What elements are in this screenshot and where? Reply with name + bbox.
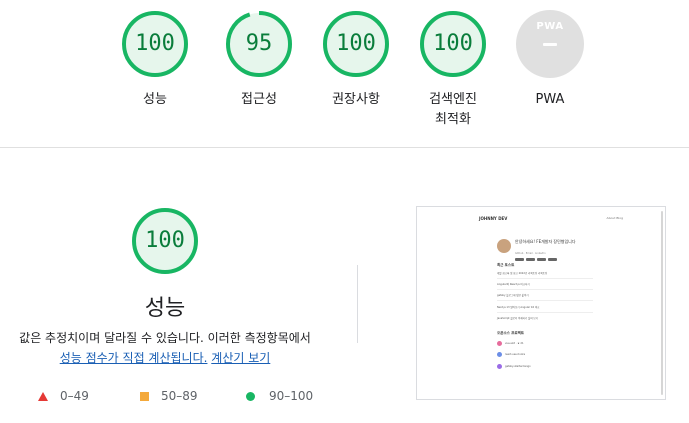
circle-icon xyxy=(246,392,255,401)
gauge-label: 권장사항 xyxy=(332,92,380,107)
gauge-seo[interactable]: 100 검색엔진 최적화 xyxy=(408,10,498,130)
gauge-label: 성능 xyxy=(143,92,167,107)
legend-fail: 0–49 xyxy=(38,386,89,406)
thumb-repo-icon xyxy=(497,352,502,357)
legend-average: 50–89 xyxy=(140,386,198,406)
gauge-pwa[interactable]: PWA PWA xyxy=(505,10,595,110)
thumb-post: 개발 회고록 및 회고 2022년 리팩토링 리팩토링 xyxy=(497,272,548,275)
page-screenshot-thumbnail: JOHNNY DEV About Blog 안녕하세요! FE개발자 장민형입니… xyxy=(416,206,666,400)
thumb-repo-icon xyxy=(497,364,502,369)
gauge-label: 검색엔진 최적화 xyxy=(429,92,477,127)
thumb-repo: react-use-hooks xyxy=(505,353,526,356)
thumb-post: Angular와 React.js 비교하기 xyxy=(497,283,530,286)
thumb-rule xyxy=(497,289,593,290)
thumb-rule xyxy=(497,278,593,279)
legend-range: 50–89 xyxy=(161,389,198,403)
pwa-badge-bg: PWA xyxy=(516,10,584,78)
thumb-tags xyxy=(515,246,559,261)
pwa-badge: PWA xyxy=(516,10,584,78)
score-legend: 0–49 50–89 90–100 xyxy=(38,386,338,406)
thumb-hello: 안녕하세요! FE개발자 장민형입니다 xyxy=(515,239,576,244)
pwa-logo-icon: PWA xyxy=(536,21,564,32)
pwa-na-dash xyxy=(543,43,557,46)
score-value: 100 xyxy=(135,31,175,56)
performance-score-value: 100 xyxy=(145,228,185,253)
gauge-label: 접근성 xyxy=(241,92,277,107)
gauge-best-practices[interactable]: 100 권장사항 xyxy=(311,10,401,110)
thumb-repo: vue-slot · ★ 21 xyxy=(505,342,524,345)
score-value: 95 xyxy=(245,31,273,56)
gauge-performance[interactable]: 100 성능 xyxy=(110,10,200,110)
vertical-separator xyxy=(357,265,358,343)
gauge-accessibility[interactable]: 95 접근성 xyxy=(214,10,304,110)
thumb-brand: JOHNNY DEV xyxy=(479,216,508,221)
score-calculation-link[interactable]: 성능 점수가 직접 계산됩니다. xyxy=(60,351,208,365)
category-gauges: 100 성능 95 접근성 100 권장사항 100 검색엔진 최적화 PWA … xyxy=(0,0,689,148)
thumb-links: Github · Email · LinkedIn xyxy=(515,252,546,255)
thumb-section-oss: 오픈소스 프로젝트 xyxy=(497,331,524,335)
score-value: 100 xyxy=(336,31,376,56)
performance-title: 성능 xyxy=(144,296,186,321)
thumb-section-posts: 최근 포스트 xyxy=(497,263,515,267)
thumb-post: JavaScript 클로저 이해하기 살펴 보기 xyxy=(497,317,539,320)
section-divider xyxy=(0,147,689,148)
gauge-label: PWA xyxy=(535,92,565,107)
thumb-nav: About Blog xyxy=(606,216,623,220)
score-ring: 95 xyxy=(225,10,293,78)
performance-description-text: 값은 추정치이며 달라질 수 있습니다. 이러한 측정항목에서 xyxy=(19,331,311,345)
legend-pass: 90–100 xyxy=(246,386,313,406)
performance-score-gauge: 100 xyxy=(131,207,199,275)
calculator-link[interactable]: 계산기 보기 xyxy=(211,351,270,365)
thumb-repo-icon xyxy=(497,341,502,346)
legend-range: 0–49 xyxy=(60,389,89,403)
score-ring: 100 xyxy=(121,10,189,78)
thumb-post: gatsby 블로그에 댓글 붙이기 xyxy=(497,294,529,297)
thumb-rule xyxy=(497,312,593,313)
performance-description: 값은 추정치이며 달라질 수 있습니다. 이러한 측정항목에서 성능 점수가 직… xyxy=(0,328,330,368)
thumb-rule xyxy=(497,300,593,301)
thumb-post: Next.js 13 알아보기 Angular 16 비교 xyxy=(497,306,540,309)
square-icon xyxy=(140,392,149,401)
score-value: 100 xyxy=(433,31,473,56)
legend-range: 90–100 xyxy=(269,389,314,403)
score-ring: 100 xyxy=(419,10,487,78)
thumb-avatar xyxy=(497,239,511,253)
triangle-icon xyxy=(38,392,48,401)
thumb-repo: gatsby-starter-tango xyxy=(505,365,531,368)
thumb-scrollbar xyxy=(661,211,663,395)
score-ring: 100 xyxy=(322,10,390,78)
